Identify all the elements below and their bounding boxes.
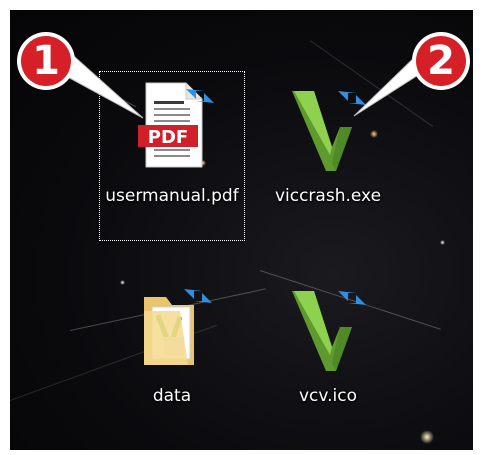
icon-label: data bbox=[152, 386, 192, 406]
callout-number: 2 bbox=[427, 38, 455, 84]
desktop-background: PDF usermanual.pdf viccrash.exe data vcv… bbox=[10, 10, 473, 450]
vicinity-app-icon bbox=[280, 77, 376, 173]
desktop-icon-vcv-ico[interactable]: vcv.ico bbox=[255, 275, 401, 415]
callout-number: 1 bbox=[32, 38, 60, 84]
desktop-icon-data-folder[interactable]: data bbox=[99, 275, 245, 415]
background-sparkle bbox=[440, 240, 445, 245]
folder-shortcut-icon bbox=[124, 277, 220, 373]
vicinity-ico-icon bbox=[280, 277, 376, 373]
icon-label: vcv.ico bbox=[298, 386, 358, 406]
icon-label: usermanual.pdf bbox=[105, 186, 239, 206]
background-sparkle bbox=[420, 430, 434, 444]
icon-label: viccrash.exe bbox=[274, 186, 382, 206]
callout-badge-2: 2 bbox=[353, 30, 473, 117]
callout-badge-1: 1 bbox=[15, 30, 144, 119]
svg-text:PDF: PDF bbox=[148, 127, 188, 148]
screenshot-frame: PDF usermanual.pdf viccrash.exe data vcv… bbox=[0, 0, 483, 455]
